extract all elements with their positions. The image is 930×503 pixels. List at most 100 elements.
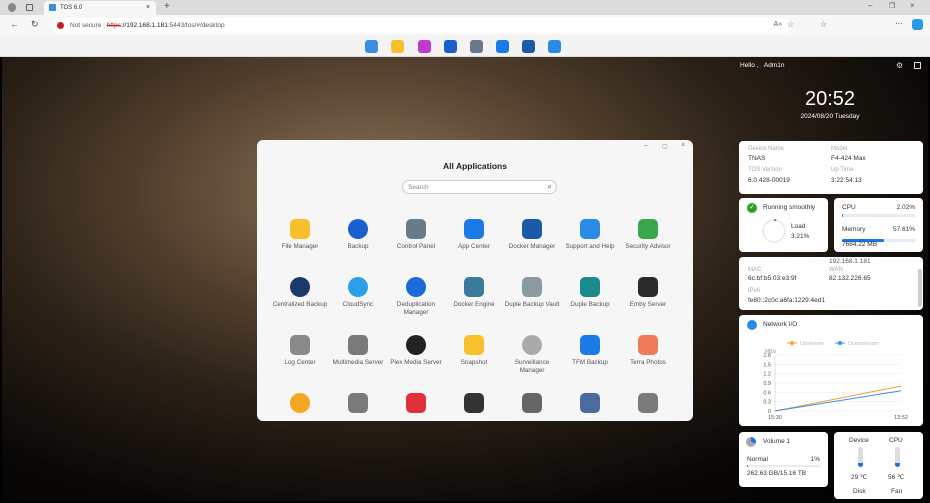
cpu-bar <box>842 214 915 217</box>
app-app-center[interactable]: App Center <box>445 219 503 251</box>
support-dock-icon[interactable] <box>548 40 561 53</box>
app-label: Log Center <box>284 359 316 366</box>
close-window-icon[interactable]: × <box>910 1 915 10</box>
device-name: TNAS <box>748 155 766 162</box>
volume-name: Volume 1 <box>763 438 791 445</box>
browser-tab[interactable]: TOS 6.0 × <box>44 1 156 15</box>
scrollbar[interactable] <box>918 269 922 307</box>
app-duple-backup[interactable]: Duple Backup <box>561 277 619 309</box>
network-icon <box>747 320 757 330</box>
docker-dock-icon[interactable] <box>522 40 535 53</box>
back-icon[interactable]: ← <box>10 19 19 29</box>
maximize-window-icon[interactable]: ▢ <box>662 143 668 150</box>
app-duple-backup-vault[interactable]: Duple Backup Vault <box>503 277 561 309</box>
search-placeholder: Search <box>408 184 429 191</box>
app-icon <box>580 393 600 413</box>
load-label: Load <box>791 223 806 230</box>
more-icon[interactable]: ⋯ <box>895 19 903 28</box>
reload-icon[interactable]: ↻ <box>31 19 39 30</box>
app-multimedia-server[interactable]: Multimedia Server <box>329 335 387 367</box>
favorites-icon[interactable]: ☆ <box>820 20 827 29</box>
app-label: Duple Backup Vault <box>504 301 560 308</box>
favorite-star-icon[interactable]: ☆ <box>787 20 794 29</box>
url-field[interactable]: Not secure | https://192.168.1.181:5443/… <box>52 18 794 33</box>
widget-layout-icon[interactable] <box>914 62 921 69</box>
profile-icon[interactable] <box>8 3 16 12</box>
app-label: CloudSync <box>342 301 374 308</box>
volume-icon <box>746 437 756 447</box>
tab-title: TOS 6.0 <box>60 5 83 11</box>
device-thermometer-icon <box>858 447 863 467</box>
search-input[interactable]: Search ⌕ <box>402 180 557 194</box>
app-item-27[interactable] <box>619 393 677 417</box>
app-item-22[interactable] <box>329 393 387 417</box>
app-file-manager[interactable]: File Manager <box>271 219 329 251</box>
ipv6-label: IPv6 <box>748 288 761 294</box>
wan-value: 82.132.226.65 <box>829 275 871 282</box>
app-icon <box>348 335 368 355</box>
uptime: 3:22:54:13 <box>831 177 862 184</box>
app-label: Duple Backup <box>570 301 610 308</box>
app-icon <box>464 277 484 297</box>
app-snapshot[interactable]: Snapshot <box>445 335 503 367</box>
taskbar-dock <box>0 36 930 57</box>
app-frame-dock-icon[interactable] <box>418 40 431 53</box>
url-host: ://192.168.1.181 <box>120 22 168 29</box>
cpu-label: CPU <box>842 204 856 211</box>
legend-label: Downstream <box>848 341 879 347</box>
settings-icon[interactable]: ⚙ <box>896 61 903 70</box>
minimize-icon[interactable]: – <box>868 1 872 10</box>
app-security-advisor[interactable]: Security Advisor <box>619 219 677 251</box>
username[interactable]: Adm1n <box>764 62 785 69</box>
app-item-25[interactable] <box>503 393 561 417</box>
app-cloudsync[interactable]: CloudSync <box>329 277 387 309</box>
backup-dock-icon[interactable] <box>444 40 457 53</box>
app-icon <box>290 219 310 239</box>
all-apps-dock-icon[interactable] <box>365 40 378 53</box>
y-tick-label: 1.5 <box>763 362 771 368</box>
app-control-panel[interactable]: Control Panel <box>387 219 445 251</box>
app-deduplication-manager[interactable]: Deduplication Manager <box>387 277 445 316</box>
app-label: Control Panel <box>396 243 436 250</box>
tos-version-label: TOS Version <box>748 167 782 173</box>
security-label[interactable]: Not secure <box>70 22 101 29</box>
app-item-24[interactable] <box>445 393 503 417</box>
copilot-icon[interactable] <box>912 19 923 30</box>
app-label: Deduplication Manager <box>396 301 436 316</box>
new-tab-icon[interactable]: + <box>164 1 170 12</box>
app-label: Docker Manager <box>508 243 556 250</box>
app-icon <box>464 219 484 239</box>
app-emby-server[interactable]: Emby Server <box>619 277 677 309</box>
tab-actions-icon[interactable] <box>26 4 33 11</box>
browser-tab-bar: TOS 6.0 × + – ❐ × <box>0 0 930 15</box>
control-panel-dock-icon[interactable] <box>470 40 483 53</box>
app-surveillance-manager[interactable]: Surveillance Manager <box>503 335 561 374</box>
app-log-center[interactable]: Log Center <box>271 335 329 367</box>
app-centralized-backup[interactable]: Centralized Backup <box>271 277 329 309</box>
app-center-dock-icon[interactable] <box>496 40 509 53</box>
cpu-temp-label: CPU <box>889 437 903 444</box>
all-applications-window: – ▢ × All Applications Search ⌕ File Man… <box>257 140 693 421</box>
app-item-21[interactable] <box>271 393 329 417</box>
close-tab-icon[interactable]: × <box>146 4 150 11</box>
app-support-and-help[interactable]: Support and Help <box>561 219 619 251</box>
device-name-label: Device Name <box>748 146 785 152</box>
app-plex-media-server[interactable]: Plex Media Server <box>387 335 445 367</box>
search-icon[interactable]: ⌕ <box>548 182 552 192</box>
read-aloud-icon[interactable]: A» <box>773 21 782 28</box>
app-item-26[interactable] <box>561 393 619 417</box>
app-docker-engine[interactable]: Docker Engine <box>445 277 503 309</box>
close-window-button[interactable]: × <box>681 142 685 149</box>
app-tfm-backup[interactable]: TFM Backup <box>561 335 619 367</box>
app-item-23[interactable] <box>387 393 445 417</box>
minimize-window-icon[interactable]: – <box>644 142 648 149</box>
app-backup[interactable]: Backup <box>329 219 387 251</box>
app-terra-photos[interactable]: Terra Photos <box>619 335 677 367</box>
device-temp-label: Device <box>849 437 869 444</box>
restore-icon[interactable]: ❐ <box>889 2 895 10</box>
ip-address: 192.168.1.181 <box>829 258 871 265</box>
ipv6-value: fe80::2c0c:a6fa:1229:4ed1 <box>748 297 825 304</box>
app-docker-manager[interactable]: Docker Manager <box>503 219 561 251</box>
load-ring <box>762 219 786 243</box>
file-manager-dock-icon[interactable] <box>391 40 404 53</box>
